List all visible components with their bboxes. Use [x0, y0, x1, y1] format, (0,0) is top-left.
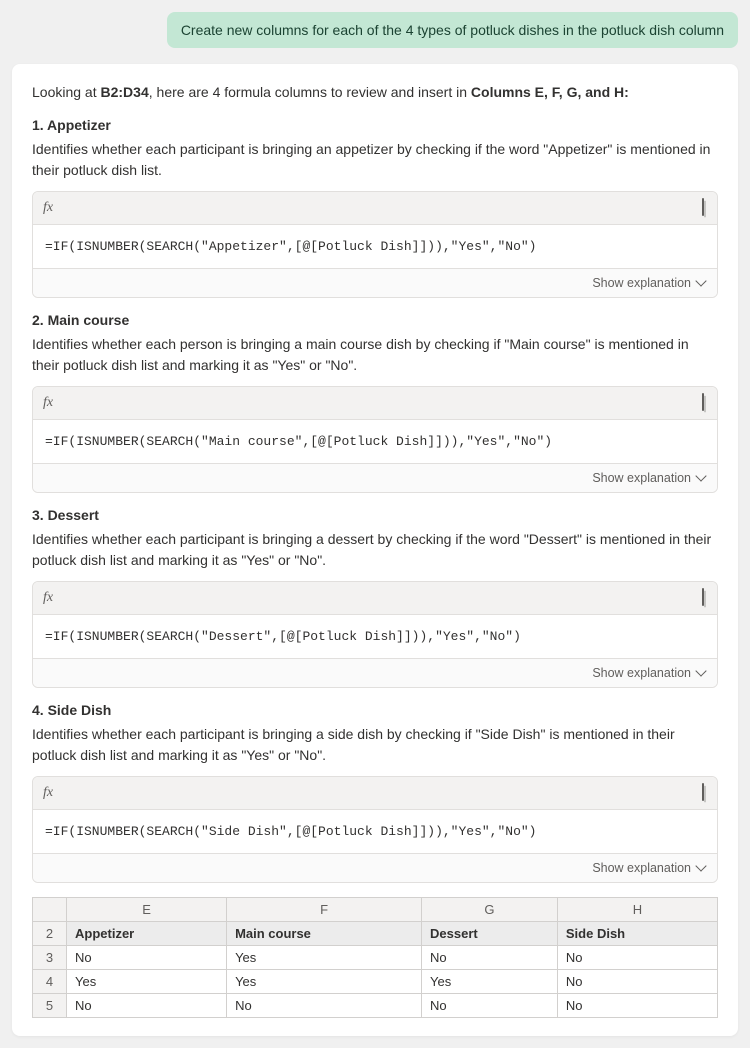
header-cell[interactable]: Main course	[227, 922, 422, 946]
chevron-down-icon	[695, 470, 706, 481]
copy-button[interactable]	[701, 393, 707, 413]
show-explanation-toggle[interactable]: Show explanation	[33, 463, 717, 492]
section-main-course: 2. Main course Identifies whether each p…	[32, 312, 718, 493]
fx-label: fx	[43, 200, 53, 216]
section-appetizer: 1. Appetizer Identifies whether each par…	[32, 117, 718, 298]
fx-label: fx	[43, 785, 53, 801]
formula-code[interactable]: =IF(ISNUMBER(SEARCH("Side Dish",[@[Potlu…	[33, 810, 717, 853]
intro-text: Looking at B2:D34, here are 4 formula co…	[32, 82, 718, 103]
section-title: 3. Dessert	[32, 507, 718, 523]
section-title: 2. Main course	[32, 312, 718, 328]
show-explanation-toggle[interactable]: Show explanation	[33, 853, 717, 882]
copy-button[interactable]	[701, 783, 707, 803]
copy-icon	[702, 783, 704, 801]
data-cell[interactable]: No	[557, 994, 717, 1018]
data-cell[interactable]: No	[422, 946, 558, 970]
explain-label: Show explanation	[592, 471, 691, 485]
formula-block: fx =IF(ISNUMBER(SEARCH("Appetizer",[@[Po…	[32, 191, 718, 298]
fx-label: fx	[43, 395, 53, 411]
section-desc: Identifies whether each person is bringi…	[32, 334, 718, 376]
copy-icon	[702, 588, 704, 606]
table-row: 4 Yes Yes Yes No	[33, 970, 718, 994]
data-cell[interactable]: No	[422, 994, 558, 1018]
row-number[interactable]: 5	[33, 994, 67, 1018]
data-cell[interactable]: No	[557, 946, 717, 970]
explain-label: Show explanation	[592, 861, 691, 875]
data-cell[interactable]: Yes	[227, 970, 422, 994]
data-cell[interactable]: Yes	[67, 970, 227, 994]
formula-block: fx =IF(ISNUMBER(SEARCH("Dessert",[@[Potl…	[32, 581, 718, 688]
section-desc: Identifies whether each participant is b…	[32, 529, 718, 571]
row-number[interactable]: 2	[33, 922, 67, 946]
data-cell[interactable]: Yes	[422, 970, 558, 994]
row-number[interactable]: 3	[33, 946, 67, 970]
data-cell[interactable]: No	[227, 994, 422, 1018]
section-desc: Identifies whether each participant is b…	[32, 724, 718, 766]
fx-label: fx	[43, 590, 53, 606]
formula-header: fx	[33, 582, 717, 615]
explain-label: Show explanation	[592, 276, 691, 290]
explain-label: Show explanation	[592, 666, 691, 680]
formula-header: fx	[33, 192, 717, 225]
data-cell[interactable]: No	[67, 946, 227, 970]
col-header[interactable]: E	[67, 898, 227, 922]
formula-header: fx	[33, 387, 717, 420]
copy-icon	[702, 198, 704, 216]
copy-icon	[702, 393, 704, 411]
header-cell[interactable]: Appetizer	[67, 922, 227, 946]
corner-cell	[33, 898, 67, 922]
header-cell[interactable]: Dessert	[422, 922, 558, 946]
intro-cols: Columns E, F, G, and H:	[471, 84, 629, 100]
intro-pre: Looking at	[32, 84, 101, 100]
data-cell[interactable]: Yes	[227, 946, 422, 970]
section-title: 1. Appetizer	[32, 117, 718, 133]
assistant-card: Looking at B2:D34, here are 4 formula co…	[12, 64, 738, 1036]
formula-code[interactable]: =IF(ISNUMBER(SEARCH("Dessert",[@[Potluck…	[33, 615, 717, 658]
intro-mid: , here are 4 formula columns to review a…	[149, 84, 471, 100]
row-number[interactable]: 4	[33, 970, 67, 994]
section-desc: Identifies whether each participant is b…	[32, 139, 718, 181]
show-explanation-toggle[interactable]: Show explanation	[33, 658, 717, 687]
col-header[interactable]: F	[227, 898, 422, 922]
copy-button[interactable]	[701, 198, 707, 218]
formula-code[interactable]: =IF(ISNUMBER(SEARCH("Appetizer",[@[Potlu…	[33, 225, 717, 268]
formula-code[interactable]: =IF(ISNUMBER(SEARCH("Main course",[@[Pot…	[33, 420, 717, 463]
section-title: 4. Side Dish	[32, 702, 718, 718]
section-side-dish: 4. Side Dish Identifies whether each par…	[32, 702, 718, 883]
formula-block: fx =IF(ISNUMBER(SEARCH("Side Dish",[@[Po…	[32, 776, 718, 883]
chevron-down-icon	[695, 860, 706, 871]
table-row: 3 No Yes No No	[33, 946, 718, 970]
col-header[interactable]: H	[557, 898, 717, 922]
user-message-bubble: Create new columns for each of the 4 typ…	[167, 12, 738, 48]
formula-header: fx	[33, 777, 717, 810]
show-explanation-toggle[interactable]: Show explanation	[33, 268, 717, 297]
col-header[interactable]: G	[422, 898, 558, 922]
header-cell[interactable]: Side Dish	[557, 922, 717, 946]
section-dessert: 3. Dessert Identifies whether each parti…	[32, 507, 718, 688]
chevron-down-icon	[695, 665, 706, 676]
col-header-row: E F G H	[33, 898, 718, 922]
table-header-row: 2 Appetizer Main course Dessert Side Dis…	[33, 922, 718, 946]
intro-range: B2:D34	[101, 84, 149, 100]
formula-block: fx =IF(ISNUMBER(SEARCH("Main course",[@[…	[32, 386, 718, 493]
copy-button[interactable]	[701, 588, 707, 608]
table-row: 5 No No No No	[33, 994, 718, 1018]
data-cell[interactable]: No	[67, 994, 227, 1018]
chevron-down-icon	[695, 275, 706, 286]
preview-table: E F G H 2 Appetizer Main course Dessert …	[32, 897, 718, 1018]
data-cell[interactable]: No	[557, 970, 717, 994]
